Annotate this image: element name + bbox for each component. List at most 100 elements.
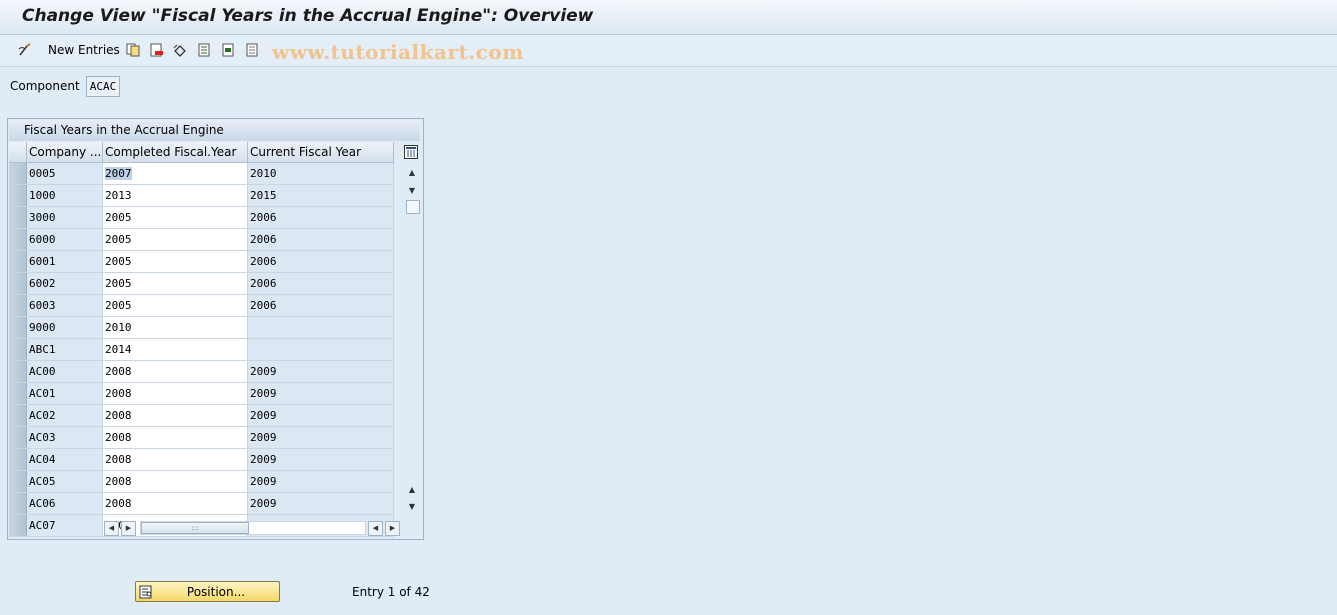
- cell-current-fiscal-year-text: 2009: [250, 453, 277, 466]
- row-selector[interactable]: [9, 493, 27, 514]
- copy-button[interactable]: [126, 41, 140, 59]
- row-selector[interactable]: [9, 207, 27, 228]
- scroll-down-button[interactable]: ▼: [405, 184, 419, 198]
- cell-current-fiscal-year-text: 2009: [250, 409, 277, 422]
- table-row: AC05 2008 2009: [9, 471, 394, 493]
- scroll-up-button[interactable]: ▲: [405, 166, 419, 180]
- select-all-rows-cell[interactable]: [9, 142, 27, 162]
- row-selector[interactable]: [9, 449, 27, 470]
- cell-company: AC05: [27, 471, 103, 492]
- cell-company-text: ABC1: [29, 343, 56, 356]
- vertical-scrollbar[interactable]: ▲ ▼ ▲ ▼: [403, 142, 421, 516]
- horizontal-scroll-track[interactable]: :::: [140, 521, 366, 535]
- cell-current-fiscal-year: 2006: [248, 295, 394, 316]
- delete-button[interactable]: [150, 41, 164, 59]
- column-header-current-fiscal-year[interactable]: Current Fiscal Year: [248, 142, 394, 162]
- row-selector[interactable]: [9, 229, 27, 250]
- cell-completed-fiscal-year-text: 2008: [105, 497, 132, 510]
- select-all-button[interactable]: [198, 41, 212, 59]
- cell-company-text: 6001: [29, 255, 56, 268]
- row-selector[interactable]: [9, 251, 27, 272]
- cell-current-fiscal-year: 2009: [248, 405, 394, 426]
- scroll-thumb[interactable]: [406, 200, 420, 214]
- cell-company: AC02: [27, 405, 103, 426]
- cell-completed-fiscal-year[interactable]: 2008: [103, 361, 248, 382]
- cell-completed-fiscal-year-text: 2005: [105, 211, 132, 224]
- cell-current-fiscal-year-text: 2009: [250, 431, 277, 444]
- row-selector[interactable]: [9, 273, 27, 294]
- cell-completed-fiscal-year[interactable]: 2005: [103, 229, 248, 250]
- scroll-page-down-button[interactable]: ▼: [405, 500, 419, 514]
- scroll-far-right-button[interactable]: ▶: [385, 521, 400, 536]
- cell-company-text: AC05: [29, 475, 56, 488]
- cell-current-fiscal-year-text: 2009: [250, 365, 277, 378]
- column-header-completed-fiscal-year[interactable]: Completed Fiscal.Year: [103, 142, 248, 162]
- horizontal-scroll-thumb[interactable]: :::: [141, 522, 249, 534]
- cell-completed-fiscal-year-text: 2008: [105, 453, 132, 466]
- cell-current-fiscal-year: 2010: [248, 163, 394, 184]
- row-selector[interactable]: [9, 295, 27, 316]
- component-field: ACAC: [86, 76, 120, 97]
- cell-completed-fiscal-year[interactable]: 2008: [103, 405, 248, 426]
- cell-completed-fiscal-year[interactable]: 2008: [103, 427, 248, 448]
- table-row: 9000 2010: [9, 317, 394, 339]
- cell-completed-fiscal-year[interactable]: 2008: [103, 471, 248, 492]
- table-row: 6001 2005 2006: [9, 251, 394, 273]
- cell-completed-fiscal-year[interactable]: 2014: [103, 339, 248, 360]
- row-selector[interactable]: [9, 163, 27, 184]
- cell-current-fiscal-year: 2009: [248, 471, 394, 492]
- cell-completed-fiscal-year[interactable]: 2007: [103, 163, 248, 184]
- deselect-all-button[interactable]: [246, 41, 260, 59]
- new-entries-label: New Entries: [48, 43, 120, 57]
- cell-completed-fiscal-year[interactable]: 2005: [103, 273, 248, 294]
- cell-completed-fiscal-year-text: 2014: [105, 343, 132, 356]
- scroll-left-button[interactable]: ◀: [104, 521, 119, 536]
- cell-company-text: 3000: [29, 211, 56, 224]
- cell-completed-fiscal-year[interactable]: 2010: [103, 317, 248, 338]
- component-label: Component: [10, 79, 80, 93]
- row-selector[interactable]: [9, 471, 27, 492]
- row-selector[interactable]: [9, 361, 27, 382]
- cell-completed-fiscal-year[interactable]: 2005: [103, 295, 248, 316]
- table-row: 1000 2013 2015: [9, 185, 394, 207]
- cell-current-fiscal-year-text: 2006: [250, 277, 277, 290]
- row-selector[interactable]: [9, 185, 27, 206]
- cell-current-fiscal-year-text: 2009: [250, 497, 277, 510]
- cell-company: 0005: [27, 163, 103, 184]
- scroll-right-button[interactable]: ▶: [121, 521, 136, 536]
- row-selector[interactable]: [9, 383, 27, 404]
- position-button[interactable]: Position...: [135, 581, 280, 602]
- application-toolbar: New Entries www.tutorialkart.com: [0, 35, 1337, 67]
- cell-completed-fiscal-year-text: 2005: [105, 255, 132, 268]
- table-row: AC01 2008 2009: [9, 383, 394, 405]
- cell-completed-fiscal-year[interactable]: 2008: [103, 383, 248, 404]
- cell-completed-fiscal-year[interactable]: 2013: [103, 185, 248, 206]
- undo-button[interactable]: [173, 41, 187, 59]
- cell-company-text: 0005: [29, 167, 56, 180]
- cell-company: 3000: [27, 207, 103, 228]
- row-selector[interactable]: [9, 427, 27, 448]
- horizontal-scrollbar[interactable]: ◀ ▶ ::: ◀ ▶: [104, 521, 401, 536]
- table-row: 6003 2005 2006: [9, 295, 394, 317]
- cell-completed-fiscal-year[interactable]: 2008: [103, 449, 248, 470]
- display-change-button[interactable]: [18, 41, 32, 59]
- cell-company-text: 6000: [29, 233, 56, 246]
- row-selector[interactable]: [9, 317, 27, 338]
- cell-current-fiscal-year-text: 2010: [250, 167, 277, 180]
- column-header-company[interactable]: Company ...: [27, 142, 103, 162]
- scroll-far-left-button[interactable]: ◀: [368, 521, 383, 536]
- row-selector[interactable]: [9, 339, 27, 360]
- cell-completed-fiscal-year[interactable]: 2005: [103, 207, 248, 228]
- cell-company: AC03: [27, 427, 103, 448]
- cell-current-fiscal-year: 2006: [248, 207, 394, 228]
- row-selector[interactable]: [9, 405, 27, 426]
- new-entries-button[interactable]: New Entries: [44, 41, 120, 59]
- cell-completed-fiscal-year-text: 2005: [105, 277, 132, 290]
- scroll-page-up-button[interactable]: ▲: [405, 483, 419, 497]
- cell-completed-fiscal-year[interactable]: 2005: [103, 251, 248, 272]
- select-block-button[interactable]: [222, 41, 236, 59]
- cell-current-fiscal-year: 2006: [248, 229, 394, 250]
- table-body: 0005 2007 2010 1000 2013 2015 3000 2005 2006 6000…: [9, 163, 394, 537]
- row-selector[interactable]: [9, 515, 27, 536]
- cell-completed-fiscal-year[interactable]: 2008: [103, 493, 248, 514]
